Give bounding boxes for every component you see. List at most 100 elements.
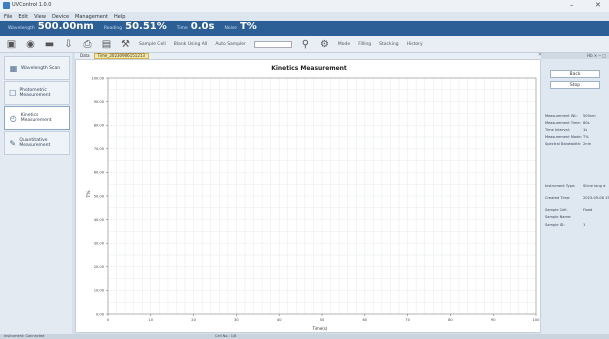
info-key: Sample ID: bbox=[545, 223, 565, 227]
y-tick-label: 20.00 bbox=[94, 265, 105, 269]
x-tick-label: 70 bbox=[405, 318, 410, 322]
new-icon[interactable]: ▣ bbox=[6, 39, 17, 50]
nav-photometric[interactable]: ☐ Photometric Measurement bbox=[4, 81, 70, 105]
cell-status: Cell No.: 1/8 bbox=[215, 334, 237, 338]
info-value: 2023-09-06 15 bbox=[583, 196, 609, 200]
sample-cell-label[interactable]: Sample Cell bbox=[139, 42, 166, 47]
x-tick-label: 60 bbox=[363, 318, 368, 322]
y-tick-label: 10.00 bbox=[94, 289, 105, 293]
nav-label: Quantitative Measurement bbox=[19, 138, 51, 148]
menu-edit[interactable]: Edit bbox=[18, 14, 28, 20]
info-row: Created Time: 2023-09-06 15 bbox=[545, 196, 609, 200]
kinetics-icon: ◴ bbox=[9, 113, 17, 123]
wavelength-label: Wavelength bbox=[8, 26, 35, 31]
stacking-label[interactable]: Stacking bbox=[379, 42, 398, 47]
minimize-button[interactable]: – bbox=[570, 1, 574, 10]
info-value: Shine long d bbox=[583, 184, 606, 188]
title-bar: UVControl 1.0.0 – ✕ bbox=[0, 0, 609, 12]
y-tick-label: 0.00 bbox=[96, 312, 105, 316]
noise-label: Noise bbox=[224, 26, 237, 31]
time-label: Time bbox=[176, 26, 188, 31]
x-tick-label: 90 bbox=[491, 318, 496, 322]
reading-value: 50.51% bbox=[125, 21, 167, 32]
mode-label[interactable]: Mode bbox=[338, 42, 350, 47]
info-key: Sample Name: bbox=[545, 215, 572, 219]
right-panel: Hb ✕ ─ □ Back Stop Measurement WL: 500nm … bbox=[541, 53, 609, 334]
nav-label: Photometric Measurement bbox=[19, 88, 51, 98]
info-key: Instrument Type: bbox=[545, 184, 576, 188]
menu-help[interactable]: Help bbox=[114, 14, 125, 20]
param-row: Spectral Bandwidth: 2nm bbox=[545, 142, 609, 146]
pin-icon[interactable]: ⚲ bbox=[300, 39, 311, 50]
info-key: Sample Cell: bbox=[545, 208, 568, 212]
info-value: Fixed bbox=[583, 208, 593, 212]
wavelength-scan-icon: ▦ bbox=[9, 63, 18, 73]
param-value: 500nm bbox=[583, 114, 596, 118]
info-row: Sample Name: bbox=[545, 215, 609, 219]
nav-label: Wavelength Scan bbox=[21, 65, 61, 71]
info-key: Created Time: bbox=[545, 196, 571, 200]
menu-file[interactable]: File bbox=[4, 14, 12, 20]
close-button[interactable]: ✕ bbox=[595, 1, 601, 10]
wrench-icon[interactable]: ⚒ bbox=[120, 39, 131, 50]
history-label[interactable]: History bbox=[407, 42, 423, 47]
stop-button[interactable]: Stop bbox=[550, 81, 600, 89]
menu-management[interactable]: Management bbox=[75, 14, 108, 20]
y-tick-label: 90.00 bbox=[94, 100, 105, 104]
param-key: Time Interval: bbox=[545, 128, 570, 132]
x-tick-label: 10 bbox=[149, 318, 154, 322]
x-axis-label: Time(s) bbox=[312, 326, 328, 331]
param-row: Measurement WL: 500nm bbox=[545, 114, 609, 118]
measurement-status-bar: Wavelength 500.00nm Reading 50.51% Time … bbox=[0, 21, 609, 36]
x-tick-label: 30 bbox=[234, 318, 239, 322]
menu-view[interactable]: View bbox=[34, 14, 46, 20]
param-value: 2nm bbox=[583, 142, 592, 146]
photometric-icon: ☐ bbox=[9, 88, 17, 98]
param-key: Measurement Time: bbox=[545, 121, 581, 125]
nav-quantitative[interactable]: ✎ Quantitative Measurement bbox=[4, 131, 70, 155]
chart-panel: Kinetics Measurement Time(s) T% 0.00 10.0… bbox=[75, 59, 541, 333]
param-row: Measurement Mode: T% bbox=[545, 135, 609, 139]
print-icon[interactable]: ⎙ bbox=[82, 39, 93, 50]
kinetics-chart[interactable]: Kinetics Measurement Time(s) T% 0.00 10.0… bbox=[76, 60, 542, 334]
y-tick-label: 40.00 bbox=[94, 218, 105, 222]
x-tick-label: 0 bbox=[107, 318, 110, 322]
app-icon bbox=[3, 2, 10, 9]
toolbar: ▣ ◉ ▬ ⇩ ⎙ ▤ ⚒ Sample Cell Blank Using Al… bbox=[0, 36, 609, 53]
x-tick-label: 50 bbox=[320, 318, 325, 322]
gear-icon[interactable]: ⚙ bbox=[319, 39, 330, 50]
plot-area: 0.00 10.00 20.00 30.00 40.00 50.00 60.00 70.00 8… bbox=[91, 76, 540, 322]
x-tick-label: 80 bbox=[448, 318, 453, 322]
param-key: Spectral Bandwidth: bbox=[545, 142, 582, 146]
x-tick-label: 40 bbox=[277, 318, 282, 322]
menu-device[interactable]: Device bbox=[52, 14, 69, 20]
nav-wavelength-scan[interactable]: ▦ Wavelength Scan bbox=[4, 56, 70, 80]
open-icon[interactable]: ◉ bbox=[25, 39, 36, 50]
menu-bar: File Edit View Device Management Help bbox=[0, 12, 609, 21]
param-row: Measurement Time: 60s bbox=[545, 121, 609, 125]
y-tick-label: 50.00 bbox=[94, 194, 105, 198]
export-icon[interactable]: ⇩ bbox=[63, 39, 74, 50]
back-button[interactable]: Back bbox=[550, 70, 600, 78]
window-title: UVControl 1.0.0 bbox=[12, 2, 52, 8]
blank-using-label[interactable]: Blank Using All bbox=[174, 42, 208, 47]
x-tick-label: 20 bbox=[191, 318, 196, 322]
auto-sampler-label[interactable]: Auto Sampler bbox=[215, 42, 246, 47]
x-tick-label: 100 bbox=[533, 318, 541, 322]
nav-kinetics[interactable]: ◴ Kinetics Measurement bbox=[4, 106, 70, 130]
noise-value: T% bbox=[239, 21, 257, 32]
param-value: 60s bbox=[583, 121, 590, 125]
sidebar: ▦ Wavelength Scan ☐ Photometric Measurem… bbox=[0, 53, 72, 334]
save-icon[interactable]: ▬ bbox=[44, 39, 55, 50]
filling-label[interactable]: Filling bbox=[358, 42, 371, 47]
param-value: T% bbox=[583, 135, 589, 139]
panel-header: Hb ✕ ─ □ bbox=[541, 53, 609, 59]
y-tick-label: 70.00 bbox=[94, 147, 105, 151]
wavelength-value: 500.00nm bbox=[37, 21, 94, 32]
settings-icon[interactable]: ▤ bbox=[101, 39, 112, 50]
auto-sampler-input[interactable] bbox=[253, 40, 292, 48]
param-value: 1s bbox=[583, 128, 588, 132]
y-tick-label: 80.00 bbox=[94, 124, 105, 128]
y-tick-label: 100.00 bbox=[91, 76, 104, 80]
quantitative-icon: ✎ bbox=[9, 138, 17, 148]
